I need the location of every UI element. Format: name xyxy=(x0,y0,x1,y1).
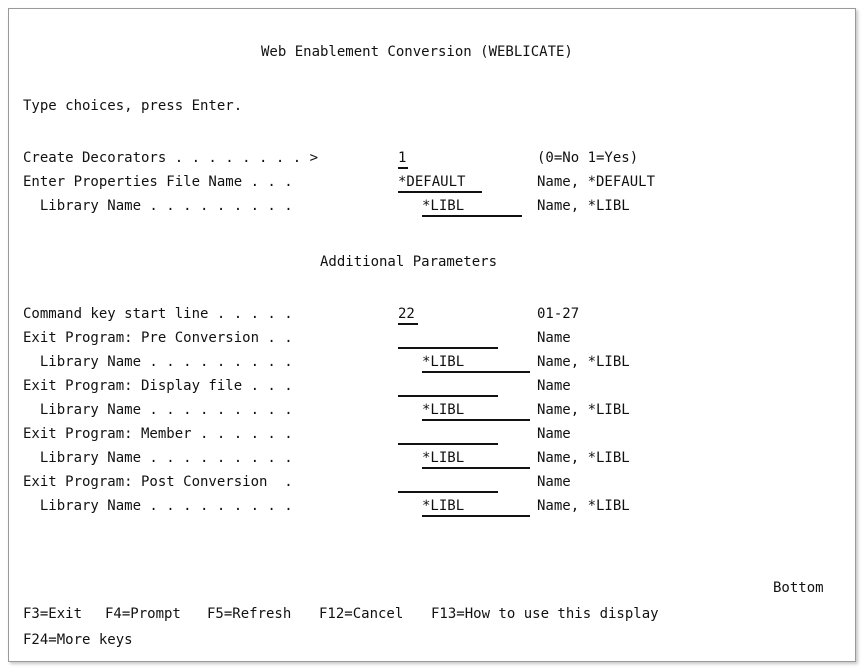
exit-post-input[interactable] xyxy=(398,469,498,493)
exit-post-library-hint: Name, *LIBL xyxy=(537,498,630,514)
exit-post-label: Exit Program: Post Conversion . xyxy=(23,474,293,490)
properties-library-value: *LIBL xyxy=(422,198,465,214)
create-decorators-label: Create Decorators . . . . . . . . > xyxy=(23,150,319,166)
exit-member-library-input[interactable]: *LIBL xyxy=(422,445,530,469)
section-header: Additional Parameters xyxy=(320,254,498,270)
exit-member-hint: Name xyxy=(537,426,571,442)
exit-member-library-value: *LIBL xyxy=(422,450,465,466)
f24-more-keys[interactable]: F24=More keys xyxy=(23,627,133,653)
exit-display-library-input[interactable]: *LIBL xyxy=(422,397,530,421)
exit-display-library-hint: Name, *LIBL xyxy=(537,402,630,418)
properties-library-input[interactable]: *LIBL xyxy=(422,193,522,217)
properties-file-input[interactable]: *DEFAULT xyxy=(398,169,482,193)
exit-member-label: Exit Program: Member . . . . . . xyxy=(23,426,293,442)
f5-refresh-key[interactable]: F5=Refresh xyxy=(207,601,291,627)
exit-member-library-label: Library Name . . . . . . . . . xyxy=(23,450,293,466)
exit-pre-library-label: Library Name . . . . . . . . . xyxy=(23,354,293,370)
properties-library-label: Library Name . . . . . . . . . xyxy=(23,198,293,214)
exit-member-library-hint: Name, *LIBL xyxy=(537,450,630,466)
exit-display-library-label: Library Name . . . . . . . . . xyxy=(23,402,293,418)
terminal-window: Web Enablement Conversion (WEBLICATE) Ty… xyxy=(8,8,856,662)
exit-display-hint: Name xyxy=(537,378,571,394)
properties-file-hint: Name, *DEFAULT xyxy=(537,174,656,190)
properties-file-label: Enter Properties File Name . . . xyxy=(23,174,293,190)
exit-pre-label: Exit Program: Pre Conversion . . xyxy=(23,330,293,346)
exit-member-input[interactable] xyxy=(398,421,498,445)
f4-prompt-key[interactable]: F4=Prompt xyxy=(105,601,181,627)
properties-file-value: *DEFAULT xyxy=(398,174,466,190)
exit-post-library-value: *LIBL xyxy=(422,498,465,514)
f12-cancel-key[interactable]: F12=Cancel xyxy=(319,601,403,627)
f13-help-key[interactable]: F13=How to use this display xyxy=(431,601,659,627)
exit-pre-library-input[interactable]: *LIBL xyxy=(422,349,530,373)
terminal-screen: Web Enablement Conversion (WEBLICATE) Ty… xyxy=(23,19,843,649)
create-decorators-hint: (0=No 1=Yes) xyxy=(537,150,639,166)
exit-post-library-input[interactable]: *LIBL xyxy=(422,493,530,517)
exit-pre-hint: Name xyxy=(537,330,571,346)
bottom-indicator: Bottom xyxy=(773,580,824,596)
f3-exit-key[interactable]: F3=Exit xyxy=(23,601,82,627)
create-decorators-value: 1 xyxy=(398,150,407,166)
exit-pre-input[interactable] xyxy=(398,325,498,349)
exit-post-library-label: Library Name . . . . . . . . . xyxy=(23,498,293,514)
exit-post-hint: Name xyxy=(537,474,571,490)
command-key-line-hint: 01-27 xyxy=(537,306,580,322)
exit-display-input[interactable] xyxy=(398,373,498,397)
command-key-line-label: Command key start line . . . . . xyxy=(23,306,293,322)
properties-library-hint: Name, *LIBL xyxy=(537,198,630,214)
command-key-line-value: 22 xyxy=(398,306,415,322)
command-key-line-input[interactable]: 22 xyxy=(398,301,418,325)
instruction-text: Type choices, press Enter. xyxy=(23,98,243,114)
exit-display-label: Exit Program: Display file . . . xyxy=(23,378,293,394)
create-decorators-input[interactable]: 1 xyxy=(398,145,408,169)
exit-pre-library-hint: Name, *LIBL xyxy=(537,354,630,370)
exit-pre-library-value: *LIBL xyxy=(422,354,465,370)
screen-title: Web Enablement Conversion (WEBLICATE) xyxy=(261,44,573,60)
exit-display-library-value: *LIBL xyxy=(422,402,465,418)
